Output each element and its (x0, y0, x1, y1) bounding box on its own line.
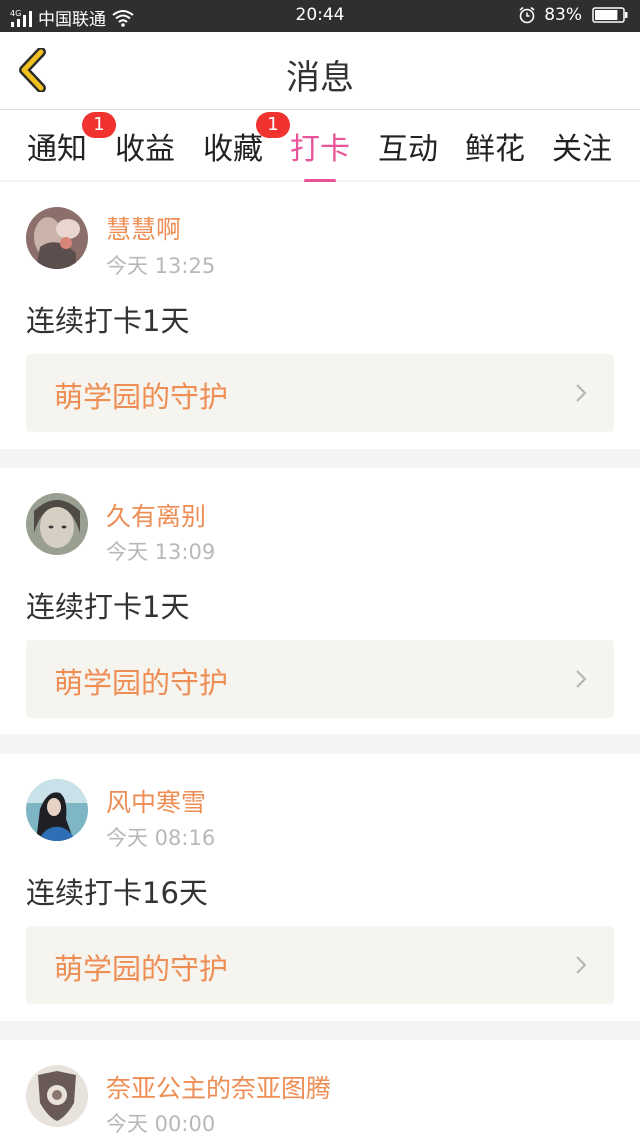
checkin-text: 连续打卡1天 (26, 590, 190, 624)
chevron-right-icon (576, 956, 587, 974)
tab-favorites[interactable]: 收藏 1 (200, 112, 290, 180)
chevron-right-icon (576, 670, 587, 688)
avatar[interactable] (26, 207, 88, 269)
post-link[interactable]: 萌学园的守护 (26, 926, 614, 1004)
tab-following[interactable]: 关注 (549, 124, 615, 180)
post-link[interactable]: 萌学园的守护 (26, 354, 614, 432)
list-item: 慧慧啊 今天 13:25 连续打卡1天 萌学园的守护 (0, 182, 640, 449)
checkin-text: 连续打卡1天 (26, 304, 190, 338)
title-bar: 消息 (0, 32, 640, 110)
unread-badge: 1 (82, 112, 116, 138)
avatar[interactable] (26, 779, 88, 841)
timestamp: 今天 13:25 (106, 254, 216, 278)
messages-page: 4G 中国联通 20:44 83% 消息 通知 1 收益 收藏 1 打卡 互动 … (0, 0, 640, 1138)
page-title: 消息 (286, 58, 354, 98)
tab-interactions[interactable]: 互动 (375, 124, 441, 180)
username[interactable]: 风中寒雪 (106, 783, 206, 819)
post-link-label: 萌学园的守护 (54, 952, 229, 986)
post-link-label: 萌学园的守护 (54, 666, 229, 700)
tab-label: 互动 (378, 132, 438, 167)
tab-checkin[interactable]: 打卡 (287, 124, 353, 183)
post-link[interactable]: 萌学园的守护 (26, 640, 614, 718)
tab-label: 打卡 (290, 132, 350, 167)
battery-icon (592, 7, 628, 23)
avatar[interactable] (26, 493, 88, 555)
tab-label: 通知 (27, 132, 87, 167)
timestamp: 今天 08:16 (106, 826, 216, 850)
alarm-icon (519, 6, 535, 24)
tab-label: 关注 (552, 132, 612, 167)
list-item: 奈亚公主的奈亚图腾 今天 00:00 (0, 1040, 640, 1138)
tab-notifications[interactable]: 通知 1 (24, 112, 116, 180)
username[interactable]: 久有离别 (106, 497, 206, 533)
tab-earnings[interactable]: 收益 (112, 124, 178, 180)
tab-label: 收益 (115, 132, 175, 167)
battery-percent: 83% (544, 5, 582, 25)
timestamp: 今天 13:09 (106, 540, 216, 564)
post-link-label: 萌学园的守护 (54, 380, 229, 414)
tab-label: 收藏 (203, 132, 263, 167)
tab-bar: 通知 1 收益 收藏 1 打卡 互动 鲜花 关注 (0, 110, 640, 183)
checkin-text: 连续打卡16天 (26, 876, 208, 910)
timestamp: 今天 00:00 (106, 1112, 216, 1136)
avatar[interactable] (26, 1065, 88, 1127)
status-bar: 4G 中国联通 20:44 83% (0, 0, 640, 32)
chevron-right-icon (576, 384, 587, 402)
list-item: 风中寒雪 今天 08:16 连续打卡16天 萌学园的守护 (0, 754, 640, 1021)
username[interactable]: 奈亚公主的奈亚图腾 (106, 1069, 331, 1105)
tab-label: 鲜花 (465, 132, 525, 167)
status-right: 83% (518, 5, 628, 25)
username[interactable]: 慧慧啊 (106, 210, 181, 246)
unread-badge: 1 (256, 112, 290, 138)
tab-flowers[interactable]: 鲜花 (462, 124, 528, 180)
list-item: 久有离别 今天 13:09 连续打卡1天 萌学园的守护 (0, 468, 640, 734)
